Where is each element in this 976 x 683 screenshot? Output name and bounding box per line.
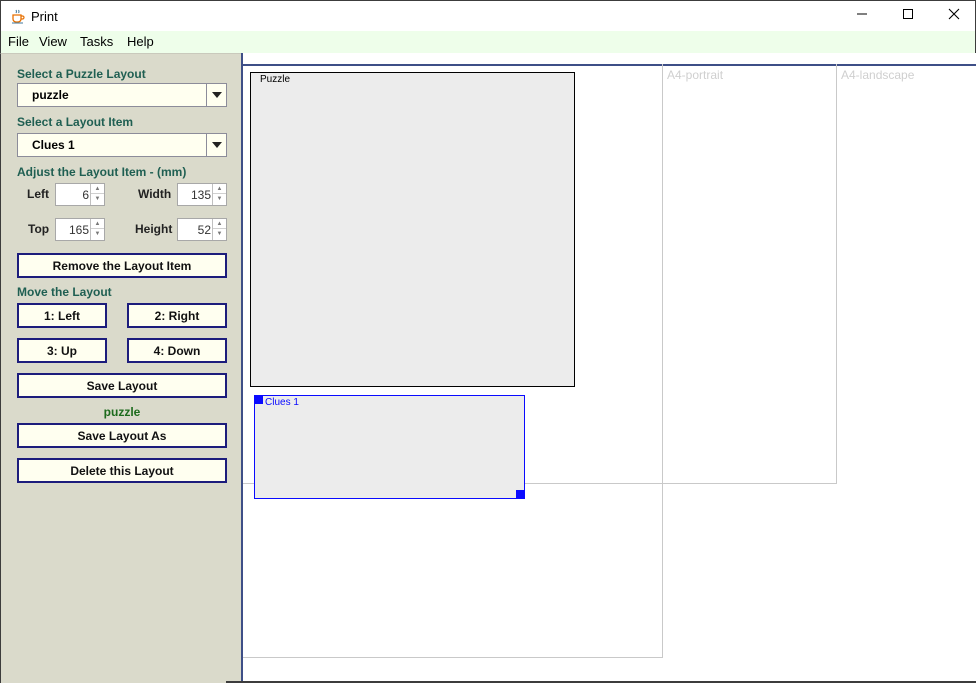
height-spinner[interactable]: 52 ▲ ▼: [177, 218, 227, 241]
top-label: Top: [28, 222, 50, 236]
menu-help[interactable]: Help: [127, 34, 154, 49]
clues-layout-item[interactable]: Clues 1: [254, 395, 525, 499]
java-coffee-icon: [10, 8, 26, 24]
chevron-down-icon[interactable]: [206, 84, 226, 106]
close-button[interactable]: [931, 1, 976, 31]
maximize-icon: [902, 7, 914, 25]
puzzle-item-label: Puzzle: [260, 74, 291, 85]
menu-file[interactable]: File: [8, 34, 29, 49]
top-value[interactable]: 165: [69, 223, 89, 237]
maximize-button[interactable]: [885, 1, 931, 31]
spin-up-icon[interactable]: ▲: [91, 219, 104, 229]
layout-item-value: Clues 1: [32, 138, 75, 152]
height-label: Height: [135, 222, 173, 236]
save-layout-button[interactable]: Save Layout: [17, 373, 227, 398]
left-spinner[interactable]: 6 ▲ ▼: [55, 183, 105, 206]
move-right-button[interactable]: 2: Right: [127, 303, 227, 328]
minimize-button[interactable]: [839, 1, 885, 31]
layout-item-select[interactable]: Clues 1: [17, 133, 227, 157]
clues-item-label: Clues 1: [265, 397, 299, 408]
spin-up-icon[interactable]: ▲: [91, 184, 104, 194]
width-spinner[interactable]: 135 ▲ ▼: [177, 183, 227, 206]
left-value[interactable]: 6: [82, 188, 89, 202]
close-icon: [948, 7, 960, 25]
move-left-button[interactable]: 1: Left: [17, 303, 107, 328]
current-layout-name: puzzle: [103, 405, 141, 419]
select-item-label: Select a Layout Item: [17, 115, 134, 129]
window-title: Print: [31, 9, 58, 24]
move-up-button[interactable]: 3: Up: [17, 338, 107, 363]
minimize-icon: [856, 7, 868, 25]
chevron-down-icon[interactable]: [206, 134, 226, 156]
menu-bar: File View Tasks Help: [0, 31, 976, 53]
height-value[interactable]: 52: [198, 223, 211, 237]
menu-view[interactable]: View: [39, 34, 67, 49]
spin-down-icon[interactable]: ▼: [91, 194, 104, 204]
spin-down-icon[interactable]: ▼: [213, 194, 226, 204]
save-layout-as-button[interactable]: Save Layout As: [17, 423, 227, 448]
a4-landscape-label: A4-landscape: [841, 68, 915, 82]
select-layout-label: Select a Puzzle Layout: [17, 67, 146, 81]
move-down-button[interactable]: 4: Down: [127, 338, 227, 363]
spin-down-icon[interactable]: ▼: [91, 229, 104, 239]
resize-handle-top-left[interactable]: [255, 396, 263, 404]
resize-handle-bottom-right[interactable]: [516, 490, 524, 498]
spin-up-icon[interactable]: ▲: [213, 184, 226, 194]
puzzle-layout-select[interactable]: puzzle: [17, 83, 227, 107]
canvas-page-area: A4-portrait A4-landscape Puzzle Clues 1: [243, 64, 976, 683]
width-label: Width: [138, 187, 172, 201]
remove-layout-item-button[interactable]: Remove the Layout Item: [17, 253, 227, 278]
move-layout-label: Move the Layout: [17, 285, 112, 299]
layout-control-panel: Select a Puzzle Layout puzzle Select a L…: [0, 53, 241, 683]
width-value[interactable]: 135: [191, 188, 211, 202]
delete-layout-button[interactable]: Delete this Layout: [17, 458, 227, 483]
puzzle-layout-item[interactable]: Puzzle: [250, 72, 575, 387]
title-bar: Print: [0, 0, 976, 31]
layout-canvas[interactable]: A4-portrait A4-landscape Puzzle Clues 1: [241, 53, 976, 683]
spin-up-icon[interactable]: ▲: [213, 219, 226, 229]
left-label: Left: [27, 187, 49, 201]
spin-down-icon[interactable]: ▼: [213, 229, 226, 239]
adjust-item-label: Adjust the Layout Item - (mm): [17, 165, 187, 179]
menu-tasks[interactable]: Tasks: [80, 34, 113, 49]
top-spinner[interactable]: 165 ▲ ▼: [55, 218, 105, 241]
puzzle-layout-value: puzzle: [32, 88, 69, 102]
